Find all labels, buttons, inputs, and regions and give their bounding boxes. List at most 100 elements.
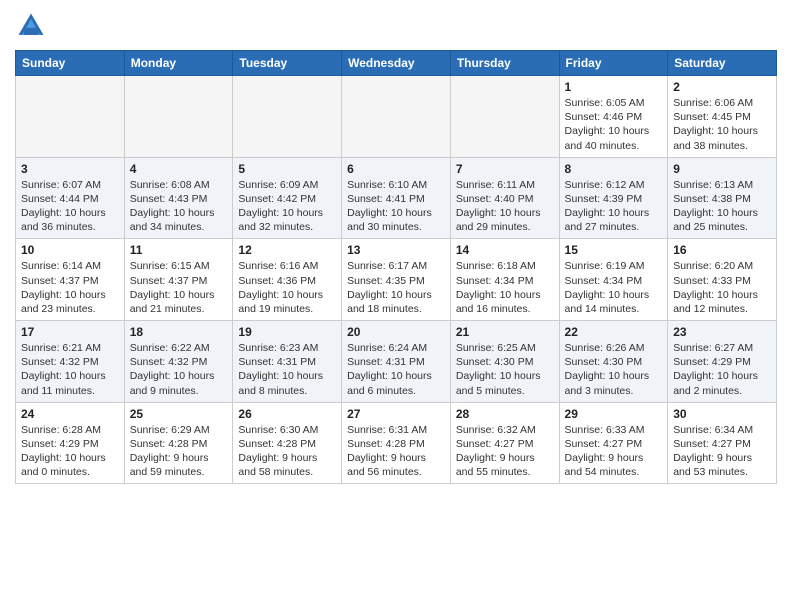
day-info: Sunrise: 6:25 AMSunset: 4:30 PMDaylight:… bbox=[456, 341, 554, 398]
page-header bbox=[15, 10, 777, 42]
weekday-header-monday: Monday bbox=[124, 51, 233, 76]
day-info: Sunrise: 6:19 AMSunset: 4:34 PMDaylight:… bbox=[565, 259, 663, 316]
calendar-day: 7Sunrise: 6:11 AMSunset: 4:40 PMDaylight… bbox=[450, 157, 559, 239]
calendar-day: 21 Sunrise: 6:25 AMSunset: 4:30 PMDayligh… bbox=[450, 321, 559, 403]
day-info: Sunrise: 6:29 AMSunset: 4:28 PMDaylight:… bbox=[130, 423, 228, 480]
calendar-day: 18Sunrise: 6:22 AMSunset: 4:32 PMDayligh… bbox=[124, 321, 233, 403]
calendar-day: 20 Sunrise: 6:24 AMSunset: 4:31 PMDayligh… bbox=[342, 321, 451, 403]
day-info: Sunrise: 6:09 AMSunset: 4:42 PMDaylight:… bbox=[238, 178, 336, 235]
calendar-day: 25 Sunrise: 6:29 AMSunset: 4:28 PMDayligh… bbox=[124, 402, 233, 484]
day-info: Sunrise: 6:33 AMSunset: 4:27 PMDaylight:… bbox=[565, 423, 663, 480]
calendar-week-4: 17 Sunrise: 6:21 AMSunset: 4:32 PMDayligh… bbox=[16, 321, 777, 403]
day-number: 28 bbox=[456, 407, 554, 421]
day-info: Sunrise: 6:06 AMSunset: 4:45 PMDaylight:… bbox=[673, 96, 771, 153]
weekday-header-wednesday: Wednesday bbox=[342, 51, 451, 76]
calendar-day bbox=[342, 76, 451, 158]
day-info: Sunrise: 6:20 AMSunset: 4:33 PMDaylight:… bbox=[673, 259, 771, 316]
calendar-day: 17 Sunrise: 6:21 AMSunset: 4:32 PMDayligh… bbox=[16, 321, 125, 403]
day-info: Sunrise: 6:24 AMSunset: 4:31 PMDaylight:… bbox=[347, 341, 445, 398]
calendar-day: 4 Sunrise: 6:08 AMSunset: 4:43 PMDaylight… bbox=[124, 157, 233, 239]
day-number: 4 bbox=[130, 162, 228, 176]
day-number: 25 bbox=[130, 407, 228, 421]
calendar-day: 2 Sunrise: 6:06 AMSunset: 4:45 PMDaylight… bbox=[668, 76, 777, 158]
day-info: Sunrise: 6:16 AMSunset: 4:36 PMDaylight:… bbox=[238, 259, 336, 316]
day-info: Sunrise: 6:28 AMSunset: 4:29 PMDaylight:… bbox=[21, 423, 119, 480]
calendar-day: 5 Sunrise: 6:09 AMSunset: 4:42 PMDaylight… bbox=[233, 157, 342, 239]
calendar-day: 24Sunrise: 6:28 AMSunset: 4:29 PMDayligh… bbox=[16, 402, 125, 484]
calendar-day: 14 Sunrise: 6:18 AMSunset: 4:34 PMDayligh… bbox=[450, 239, 559, 321]
page-container: SundayMondayTuesdayWednesdayThursdayFrid… bbox=[0, 0, 792, 494]
logo-icon bbox=[15, 10, 47, 42]
calendar-week-3: 10 Sunrise: 6:14 AMSunset: 4:37 PMDayligh… bbox=[16, 239, 777, 321]
calendar-day: 12Sunrise: 6:16 AMSunset: 4:36 PMDayligh… bbox=[233, 239, 342, 321]
day-info: Sunrise: 6:15 AMSunset: 4:37 PMDaylight:… bbox=[130, 259, 228, 316]
day-number: 15 bbox=[565, 243, 663, 257]
calendar-day bbox=[124, 76, 233, 158]
day-number: 23 bbox=[673, 325, 771, 339]
day-number: 9 bbox=[673, 162, 771, 176]
calendar-day bbox=[450, 76, 559, 158]
day-number: 3 bbox=[21, 162, 119, 176]
day-number: 22 bbox=[565, 325, 663, 339]
day-number: 29 bbox=[565, 407, 663, 421]
day-number: 17 bbox=[21, 325, 119, 339]
day-number: 11 bbox=[130, 243, 228, 257]
day-number: 27 bbox=[347, 407, 445, 421]
calendar-day: 9 Sunrise: 6:13 AMSunset: 4:38 PMDaylight… bbox=[668, 157, 777, 239]
day-number: 21 bbox=[456, 325, 554, 339]
calendar-day: 10 Sunrise: 6:14 AMSunset: 4:37 PMDayligh… bbox=[16, 239, 125, 321]
day-info: Sunrise: 6:13 AMSunset: 4:38 PMDaylight:… bbox=[673, 178, 771, 235]
day-number: 16 bbox=[673, 243, 771, 257]
calendar-week-2: 3 Sunrise: 6:07 AMSunset: 4:44 PMDaylight… bbox=[16, 157, 777, 239]
day-number: 26 bbox=[238, 407, 336, 421]
day-info: Sunrise: 6:30 AMSunset: 4:28 PMDaylight:… bbox=[238, 423, 336, 480]
day-info: Sunrise: 6:26 AMSunset: 4:30 PMDaylight:… bbox=[565, 341, 663, 398]
day-number: 5 bbox=[238, 162, 336, 176]
day-info: Sunrise: 6:12 AMSunset: 4:39 PMDaylight:… bbox=[565, 178, 663, 235]
calendar-day bbox=[233, 76, 342, 158]
day-number: 14 bbox=[456, 243, 554, 257]
day-info: Sunrise: 6:08 AMSunset: 4:43 PMDaylight:… bbox=[130, 178, 228, 235]
day-number: 10 bbox=[21, 243, 119, 257]
calendar-table: SundayMondayTuesdayWednesdayThursdayFrid… bbox=[15, 50, 777, 484]
calendar-week-1: 1 Sunrise: 6:05 AMSunset: 4:46 PMDaylight… bbox=[16, 76, 777, 158]
calendar-day: 8 Sunrise: 6:12 AMSunset: 4:39 PMDaylight… bbox=[559, 157, 668, 239]
day-info: Sunrise: 6:31 AMSunset: 4:28 PMDaylight:… bbox=[347, 423, 445, 480]
calendar-day: 28Sunrise: 6:32 AMSunset: 4:27 PMDayligh… bbox=[450, 402, 559, 484]
calendar-day: 19Sunrise: 6:23 AMSunset: 4:31 PMDayligh… bbox=[233, 321, 342, 403]
day-info: Sunrise: 6:17 AMSunset: 4:35 PMDaylight:… bbox=[347, 259, 445, 316]
calendar-day: 3 Sunrise: 6:07 AMSunset: 4:44 PMDaylight… bbox=[16, 157, 125, 239]
day-info: Sunrise: 6:05 AMSunset: 4:46 PMDaylight:… bbox=[565, 96, 663, 153]
weekday-header-tuesday: Tuesday bbox=[233, 51, 342, 76]
calendar-day: 11 Sunrise: 6:15 AMSunset: 4:37 PMDayligh… bbox=[124, 239, 233, 321]
calendar-header-row: SundayMondayTuesdayWednesdayThursdayFrid… bbox=[16, 51, 777, 76]
day-info: Sunrise: 6:23 AMSunset: 4:31 PMDaylight:… bbox=[238, 341, 336, 398]
day-info: Sunrise: 6:11 AMSunset: 4:40 PMDaylight:… bbox=[456, 178, 554, 235]
day-info: Sunrise: 6:22 AMSunset: 4:32 PMDaylight:… bbox=[130, 341, 228, 398]
calendar-day: 23 Sunrise: 6:27 AMSunset: 4:29 PMDayligh… bbox=[668, 321, 777, 403]
day-number: 2 bbox=[673, 80, 771, 94]
weekday-header-saturday: Saturday bbox=[668, 51, 777, 76]
weekday-header-sunday: Sunday bbox=[16, 51, 125, 76]
calendar-day: 1 Sunrise: 6:05 AMSunset: 4:46 PMDaylight… bbox=[559, 76, 668, 158]
day-info: Sunrise: 6:21 AMSunset: 4:32 PMDaylight:… bbox=[21, 341, 119, 398]
day-number: 6 bbox=[347, 162, 445, 176]
calendar-day: 15 Sunrise: 6:19 AMSunset: 4:34 PMDayligh… bbox=[559, 239, 668, 321]
calendar-week-5: 24Sunrise: 6:28 AMSunset: 4:29 PMDayligh… bbox=[16, 402, 777, 484]
calendar-day: 16 Sunrise: 6:20 AMSunset: 4:33 PMDayligh… bbox=[668, 239, 777, 321]
day-info: Sunrise: 6:07 AMSunset: 4:44 PMDaylight:… bbox=[21, 178, 119, 235]
day-info: Sunrise: 6:14 AMSunset: 4:37 PMDaylight:… bbox=[21, 259, 119, 316]
day-number: 20 bbox=[347, 325, 445, 339]
day-number: 8 bbox=[565, 162, 663, 176]
calendar-day: 6 Sunrise: 6:10 AMSunset: 4:41 PMDaylight… bbox=[342, 157, 451, 239]
day-number: 1 bbox=[565, 80, 663, 94]
day-info: Sunrise: 6:27 AMSunset: 4:29 PMDaylight:… bbox=[673, 341, 771, 398]
calendar-day: 26 Sunrise: 6:30 AMSunset: 4:28 PMDayligh… bbox=[233, 402, 342, 484]
calendar-day: 27 Sunrise: 6:31 AMSunset: 4:28 PMDayligh… bbox=[342, 402, 451, 484]
calendar-day: 22 Sunrise: 6:26 AMSunset: 4:30 PMDayligh… bbox=[559, 321, 668, 403]
day-info: Sunrise: 6:34 AMSunset: 4:27 PMDaylight:… bbox=[673, 423, 771, 480]
calendar-day: 30Sunrise: 6:34 AMSunset: 4:27 PMDayligh… bbox=[668, 402, 777, 484]
weekday-header-thursday: Thursday bbox=[450, 51, 559, 76]
day-info: Sunrise: 6:10 AMSunset: 4:41 PMDaylight:… bbox=[347, 178, 445, 235]
day-info: Sunrise: 6:18 AMSunset: 4:34 PMDaylight:… bbox=[456, 259, 554, 316]
